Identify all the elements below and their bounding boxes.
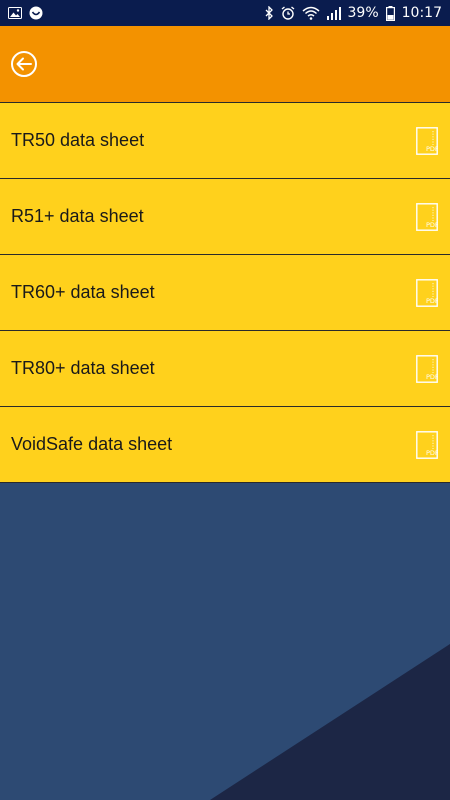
pdf-icon-text: PDF bbox=[426, 449, 438, 457]
pdf-icon-text: PDF bbox=[426, 297, 438, 305]
wifi-icon bbox=[302, 6, 320, 20]
status-right: 39% 10:17 bbox=[265, 5, 442, 21]
pdf-icon: PDF bbox=[416, 354, 438, 383]
image-icon bbox=[8, 7, 22, 19]
pdf-icon-text: PDF bbox=[426, 373, 438, 381]
notification-icon bbox=[29, 6, 43, 20]
bluetooth-icon bbox=[265, 6, 274, 20]
status-left bbox=[8, 6, 43, 20]
list-item-tr80[interactable]: TR80+ data sheet PDF bbox=[0, 331, 450, 407]
battery-percentage: 39% bbox=[347, 5, 379, 21]
list-item-tr60[interactable]: TR60+ data sheet PDF bbox=[0, 255, 450, 331]
list-item-label: TR80+ data sheet bbox=[11, 358, 155, 378]
pdf-icon: PDF bbox=[416, 126, 438, 155]
data-sheet-list: TR50 data sheet PDF R51+ data sheet PDF … bbox=[0, 102, 450, 483]
pdf-icon: PDF bbox=[416, 278, 438, 307]
background-graphic bbox=[210, 644, 450, 800]
pdf-icon-text: PDF bbox=[426, 145, 438, 153]
battery-icon bbox=[385, 5, 395, 21]
status-bar: 39% 10:17 bbox=[0, 0, 450, 26]
back-arrow-icon bbox=[11, 51, 37, 77]
pdf-icon: PDF bbox=[416, 202, 438, 231]
app-header bbox=[0, 26, 450, 102]
list-item-r51[interactable]: R51+ data sheet PDF bbox=[0, 179, 450, 255]
list-item-label: TR60+ data sheet bbox=[11, 282, 155, 302]
pdf-icon-text: PDF bbox=[426, 221, 438, 229]
list-item-tr50[interactable]: TR50 data sheet PDF bbox=[0, 103, 450, 179]
list-item-label: R51+ data sheet bbox=[11, 206, 144, 226]
signal-icon bbox=[326, 6, 341, 20]
list-item-label: TR50 data sheet bbox=[11, 130, 145, 150]
alarm-icon bbox=[281, 6, 295, 20]
back-button[interactable] bbox=[10, 50, 38, 78]
pdf-icon: PDF bbox=[416, 430, 438, 459]
list-item-voidsafe[interactable]: VoidSafe data sheet PDF bbox=[0, 407, 450, 483]
list-item-label: VoidSafe data sheet bbox=[11, 434, 173, 454]
clock: 10:17 bbox=[401, 5, 442, 21]
background-dark-triangle bbox=[210, 644, 450, 800]
